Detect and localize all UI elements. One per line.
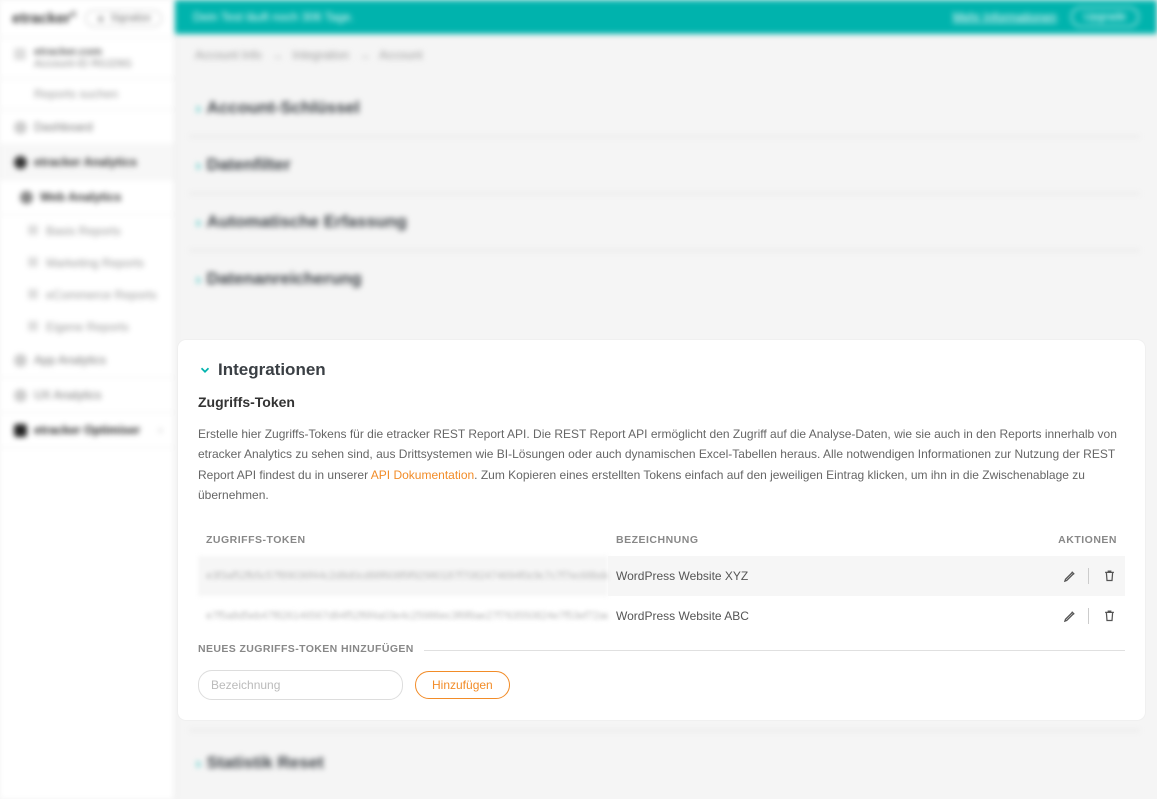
divider — [1088, 608, 1089, 624]
edit-button[interactable] — [1063, 568, 1078, 583]
chevron-down-icon — [198, 363, 212, 377]
chevron-right-icon: › — [196, 755, 201, 771]
edit-button[interactable] — [1063, 608, 1078, 623]
description-text: Erstelle hier Zugriffs-Tokens für die et… — [198, 424, 1125, 506]
report-icon — [28, 257, 38, 267]
add-token-section: NEUES ZUGRIFFS-TOKEN HINZUFÜGEN Hinzufüg… — [198, 650, 1125, 700]
accordion-account-schluessel[interactable]: ›Account-Schlüssel — [190, 80, 1139, 137]
account-info[interactable]: etracker.com Account-ID R0J29G — [0, 38, 174, 79]
report-icon — [28, 225, 38, 235]
sidebar-item-web-analytics[interactable]: Web Analytics — [0, 180, 174, 215]
sidebar-item-marketing-reports[interactable]: Marketing Reports — [0, 247, 174, 279]
web-icon — [20, 191, 33, 204]
integrationen-panel: Integrationen Zugriffs-Token Erstelle hi… — [178, 340, 1145, 720]
api-documentation-link[interactable]: API Dokumentation — [371, 468, 474, 482]
sidebar: etracker® Signalize etracker.com Account… — [0, 0, 175, 799]
search-input[interactable]: Reports suchen — [0, 79, 174, 110]
user-icon — [14, 48, 26, 60]
token-value[interactable]: e7f5a8d5eb47f826146567d84f52f6f4a03e4c25… — [198, 596, 608, 636]
accordion-datenfilter[interactable]: ›Datenfilter — [190, 137, 1139, 194]
report-icon — [28, 289, 38, 299]
chevron-right-icon: › — [196, 271, 201, 287]
table-row[interactable]: e3f3af52fb5c57f89036f44c2d8d0cd88f608f9f… — [198, 556, 1125, 596]
analytics-icon — [14, 156, 27, 169]
dashboard-icon — [14, 121, 27, 134]
column-header-name: BEZEICHNUNG — [608, 524, 1014, 556]
delete-button[interactable] — [1102, 608, 1117, 623]
sidebar-item-ux-analytics[interactable]: UX Analytics — [0, 378, 174, 413]
token-name-input[interactable] — [198, 670, 403, 700]
column-header-actions: AKTIONEN — [1014, 524, 1125, 556]
app-icon — [14, 354, 27, 367]
upgrade-button[interactable]: Upgrade — [1071, 7, 1139, 27]
optimiser-icon — [14, 424, 27, 437]
trial-banner: Dein Test läuft noch 306 Tage. Mehr Info… — [175, 0, 1157, 34]
sidebar-item-optimiser[interactable]: etracker Optimiser› — [0, 413, 174, 448]
accordion-datenanreicherung[interactable]: ›Datenanreicherung — [190, 251, 1139, 307]
add-button[interactable]: Hinzufügen — [415, 671, 510, 699]
table-row[interactable]: e7f5a8d5eb47f826146567d84f52f6f4a03e4c25… — [198, 596, 1125, 636]
sidebar-item-eigene-reports[interactable]: Eigene Reports — [0, 311, 174, 343]
sidebar-item-app-analytics[interactable]: App Analytics — [0, 343, 174, 378]
subheading-zugriffs-token: Zugriffs-Token — [198, 394, 1125, 410]
sidebar-item-dashboard[interactable]: Dashboard — [0, 110, 174, 145]
chevron-right-icon: › — [196, 214, 201, 230]
sidebar-item-ecommerce-reports[interactable]: eCommerce Reports — [0, 279, 174, 311]
tokens-table: ZUGRIFFS-TOKEN BEZEICHNUNG AKTIONEN e3f3… — [198, 524, 1125, 636]
divider — [1088, 568, 1089, 584]
brand-logo: etracker® — [12, 10, 76, 27]
breadcrumb-item[interactable]: Account — [379, 48, 422, 62]
more-info-link[interactable]: Mehr Informationen — [953, 10, 1057, 24]
chevron-right-icon: › — [159, 425, 162, 436]
signalize-button[interactable]: Signalize — [85, 10, 162, 27]
breadcrumb-item[interactable]: Integration — [292, 48, 349, 62]
token-name: WordPress Website ABC — [608, 596, 1014, 636]
add-token-legend: NEUES ZUGRIFFS-TOKEN HINZUFÜGEN — [198, 643, 424, 655]
token-value[interactable]: e3f3af52fb5c57f89036f44c2d8d0cd88f608f9f… — [198, 556, 608, 596]
ux-icon — [14, 389, 27, 402]
chevron-right-icon: › — [196, 100, 201, 116]
delete-button[interactable] — [1102, 568, 1117, 583]
report-icon — [28, 321, 38, 331]
sidebar-item-basis-reports[interactable]: Basis Reports — [0, 215, 174, 247]
accordion-automatische-erfassung[interactable]: ›Automatische Erfassung — [190, 194, 1139, 251]
breadcrumb-item[interactable]: Account Info — [195, 48, 262, 62]
trial-message: Dein Test läuft noch 306 Tage. — [193, 10, 354, 24]
breadcrumb: Account Info → Integration → Account — [195, 48, 423, 62]
token-name: WordPress Website XYZ — [608, 556, 1014, 596]
chevron-right-icon: › — [196, 157, 201, 173]
sidebar-item-analytics[interactable]: etracker Analytics — [0, 145, 174, 180]
column-header-token: ZUGRIFFS-TOKEN — [198, 524, 608, 556]
accordion-statistik-reset[interactable]: ›Statistik Reset — [190, 730, 1139, 783]
accordion-integrationen[interactable]: Integrationen — [198, 360, 1125, 380]
